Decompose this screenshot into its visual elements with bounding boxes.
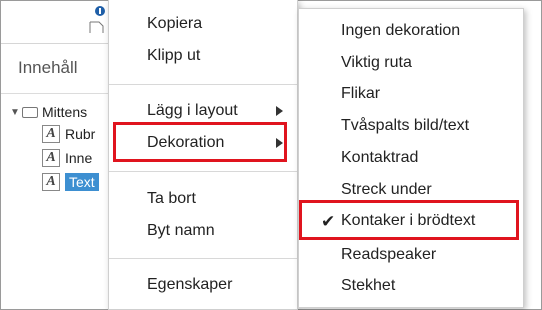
submenu-arrow-icon [276, 106, 283, 116]
tree-node-label: Mittens [42, 104, 88, 120]
submenu-item-important-box[interactable]: Viktig ruta [299, 49, 523, 77]
tree-node-label: Rubr [65, 126, 96, 142]
decoration-submenu: Ingen dekoration Viktig ruta Flikar Tvås… [298, 8, 524, 308]
document-icon [89, 6, 105, 33]
menu-separator [109, 84, 297, 85]
tree-node-child-selected[interactable]: A Text [42, 172, 99, 192]
menu-separator [109, 258, 297, 259]
tree-node-label: Inne [65, 150, 93, 166]
tree-node-label: Text [65, 173, 99, 191]
collapse-toggle-icon[interactable]: ▼ [10, 107, 22, 118]
tree-node-child[interactable]: A Inne [42, 148, 92, 168]
highlight-box-checked-option [299, 200, 519, 240]
submenu-item-tabs[interactable]: Flikar [299, 80, 523, 108]
text-block-icon: A [42, 149, 60, 167]
submenu-item-readspeaker[interactable]: Readspeaker [299, 241, 523, 269]
menu-item-rename[interactable]: Byt namn [109, 217, 297, 245]
divider [1, 43, 111, 44]
menu-item-add-to-layout[interactable]: Lägg i layout [109, 97, 297, 125]
menu-item-copy[interactable]: Kopiera [109, 10, 297, 38]
submenu-item-no-decoration[interactable]: Ingen dekoration [299, 17, 523, 45]
divider [1, 93, 111, 94]
menu-item-properties[interactable]: Egenskaper [109, 271, 297, 299]
menu-item-label: Lägg i layout [147, 102, 238, 119]
text-block-icon: A [42, 125, 60, 143]
menu-item-cut[interactable]: Klipp ut [109, 42, 297, 70]
menu-separator [109, 171, 297, 172]
tree-node-child[interactable]: A Rubr [42, 124, 95, 144]
submenu-item-stekhet[interactable]: Stekhet [299, 272, 523, 300]
submenu-item-contact-row[interactable]: Kontaktrad [299, 144, 523, 172]
panel-title: Innehåll [18, 58, 78, 77]
highlight-box-decoration [113, 122, 287, 162]
submenu-item-two-column[interactable]: Tvåspalts bild/text [299, 112, 523, 140]
tree-node-root[interactable]: ▼ Mittens [10, 102, 87, 122]
menu-item-delete[interactable]: Ta bort [109, 185, 297, 213]
text-block-icon: A [42, 173, 60, 191]
container-icon [22, 106, 38, 118]
